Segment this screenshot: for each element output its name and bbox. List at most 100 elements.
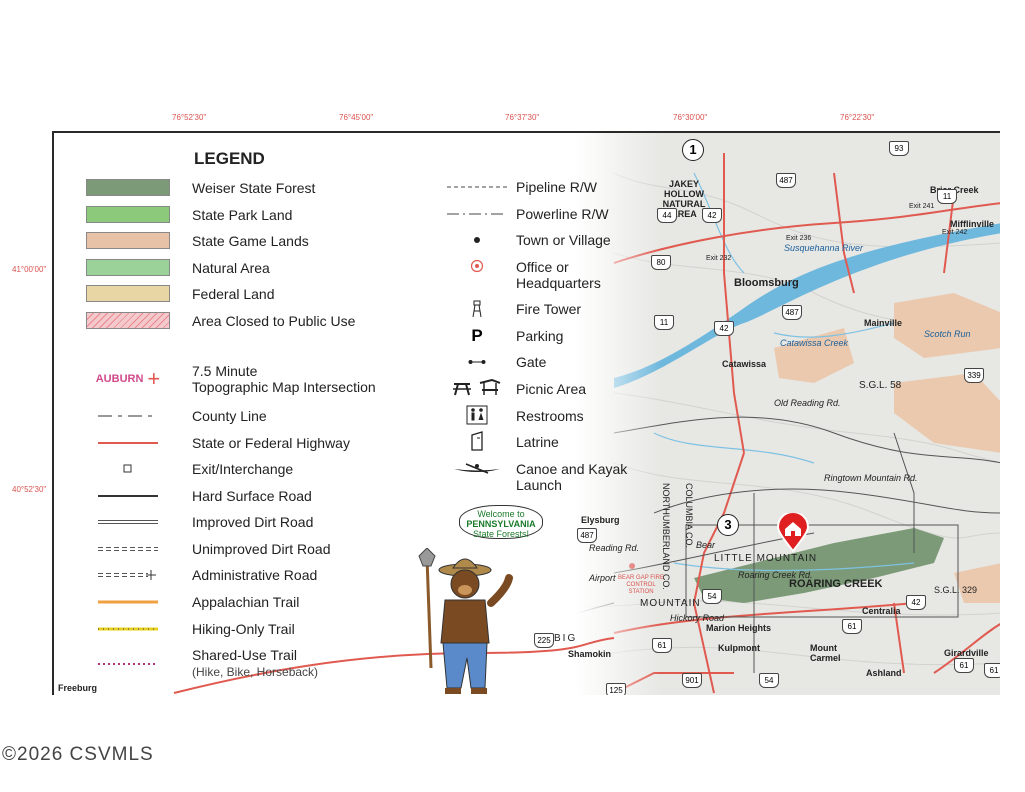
unimproved-dirt-road-symbol xyxy=(86,540,170,558)
welcome-line3: State Forests! xyxy=(472,529,530,539)
legend-item: Improved Dirt Road xyxy=(54,513,313,531)
legend-item: AUBURN + 7.5 Minute Topographic Map Inter… xyxy=(54,363,376,395)
legend-item-label: Restrooms xyxy=(516,408,584,424)
legend-item-label: Gate xyxy=(516,354,547,370)
game-lands-swatch xyxy=(86,232,170,249)
place-label: Catawissa xyxy=(722,359,767,369)
stream-label: Scotch Run xyxy=(924,329,971,339)
legend-item-label: Picnic Area xyxy=(516,381,587,397)
road-label: Roaring Creek Rd. xyxy=(738,570,813,580)
legend-item: Unimproved Dirt Road xyxy=(54,540,331,558)
legend-item-label: Administrative Road xyxy=(192,567,318,583)
legend-item: Hiking-Only Trail xyxy=(54,620,295,638)
legend-item: Exit/Interchange xyxy=(54,460,293,478)
highway-shield: 339 xyxy=(964,368,984,383)
ridge-label: MOUNTAIN xyxy=(640,598,701,609)
restroom-icon xyxy=(437,405,517,425)
legend-item-label: State Park Land xyxy=(192,206,293,223)
highway-shield: 61 xyxy=(842,619,862,634)
legend-title: LEGEND xyxy=(194,149,265,168)
place-label: Exit 236 xyxy=(786,235,812,242)
county-label: NORTHUMBERLAND CO. xyxy=(661,483,671,590)
topo-label-line1: 7.5 Minute xyxy=(192,363,258,379)
legend-item-label: Parking xyxy=(516,328,564,344)
highway-shield: 487 xyxy=(782,305,802,320)
copyright-watermark: ©2026 CSVMLS xyxy=(2,744,154,765)
office-icon xyxy=(437,256,517,276)
place-label: Freeburg xyxy=(58,683,98,693)
map-frame: LEGEND Weiser State Forest State Park La… xyxy=(52,131,1000,695)
highway-shield: 61 xyxy=(954,658,974,673)
highway-shield: 42 xyxy=(906,595,926,610)
legend-item: State or Federal Highway xyxy=(54,434,350,452)
road-label: Ringtown Mountain Rd. xyxy=(824,473,918,483)
gate-icon xyxy=(437,352,517,372)
highway-shield: 54 xyxy=(702,589,722,604)
exit-symbol xyxy=(86,460,170,478)
closed-area-swatch xyxy=(86,312,170,329)
parking-icon: P xyxy=(471,326,483,345)
legend-item-label: Latrine xyxy=(516,434,559,450)
highway-shield: 61 xyxy=(984,663,1000,678)
legend-item-label: State or Federal Highway xyxy=(192,435,350,451)
legend-item-label: Shared-Use Trail (Hike, Bike, Horseback) xyxy=(192,647,318,680)
coordinate-label-top: 76°22'30" xyxy=(840,113,875,122)
coordinate-label-left: 41°00'00" xyxy=(12,265,47,274)
natural-area-swatch xyxy=(86,259,170,276)
canoe-launch-icon xyxy=(437,459,517,479)
office-label-line2: Headquarters xyxy=(516,275,601,291)
state-park-swatch xyxy=(86,206,170,223)
legend-item-label: Unimproved Dirt Road xyxy=(192,541,331,557)
pipeline-symbol xyxy=(437,177,517,197)
highway-shield: 11 xyxy=(937,189,957,204)
road-label: Hickory Road xyxy=(670,613,725,623)
road-label: Airport xyxy=(589,573,616,583)
legend-item-label: Hard Surface Road xyxy=(192,488,312,504)
highway-shield: 54 xyxy=(759,673,779,688)
place-label: Shamokin xyxy=(568,649,612,659)
place-label: Exit 241 xyxy=(909,203,935,210)
place-label: Centralia xyxy=(862,606,901,616)
federal-land-swatch xyxy=(86,285,170,302)
legend-item: Appalachian Trail xyxy=(54,593,299,611)
legend-item-label: Pipeline R/W xyxy=(516,179,597,195)
coordinate-label-top: 76°45'00" xyxy=(339,113,374,122)
weiser-forest-swatch xyxy=(86,179,170,196)
legend-item-label: Town or Village xyxy=(516,232,611,248)
coordinate-label-top: 76°30'00" xyxy=(673,113,708,122)
coordinate-label-left: 40°52'30" xyxy=(12,485,47,494)
highway-shield: 487 xyxy=(776,173,796,188)
legend-item: Natural Area xyxy=(54,259,270,276)
improved-dirt-road-symbol xyxy=(86,513,170,531)
topo-label-line2: Topographic Map Intersection xyxy=(192,379,376,395)
office-label-line1: Office or xyxy=(516,259,569,275)
legend-item-label: Natural Area xyxy=(192,259,270,276)
route-marker-1: 1 xyxy=(682,139,704,161)
highway-shield: 80 xyxy=(651,255,671,270)
highway-shield: 93 xyxy=(889,141,909,156)
route-marker-3: 3 xyxy=(717,514,739,536)
legend-item: Federal Land xyxy=(54,285,275,302)
crosshair-icon: + xyxy=(147,366,161,391)
property-location-pin-icon xyxy=(776,513,810,553)
highway-shield: 125 xyxy=(606,683,626,695)
legend-item-label: Canoe and Kayak Launch xyxy=(516,461,627,493)
legend-item: County Line xyxy=(54,407,267,425)
legend-item-label: Office or Headquarters xyxy=(516,259,601,291)
place-label: Ashland xyxy=(866,668,902,678)
shared-use-label: Shared-Use Trail xyxy=(192,647,298,663)
road-label: Old Reading Rd. xyxy=(774,398,841,408)
welcome-line2: PENNSYLVANIA xyxy=(466,519,536,529)
legend-item-label: 7.5 Minute Topographic Map Intersection xyxy=(192,363,376,395)
highway-shield: 487 xyxy=(577,528,597,543)
legend-item: Area Closed to Public Use xyxy=(54,312,355,329)
county-line-symbol xyxy=(86,407,170,425)
appalachian-trail-symbol xyxy=(86,593,170,611)
powerline-symbol xyxy=(437,204,517,224)
legend-item: Shared-Use Trail (Hike, Bike, Horseback) xyxy=(54,647,318,680)
place-label: Mount Carmel xyxy=(810,643,841,663)
stream-label: Catawissa Creek xyxy=(780,338,849,348)
latrine-icon xyxy=(437,431,517,451)
legend-item-label: Federal Land xyxy=(192,285,275,302)
place-label: Mainville xyxy=(864,318,903,328)
